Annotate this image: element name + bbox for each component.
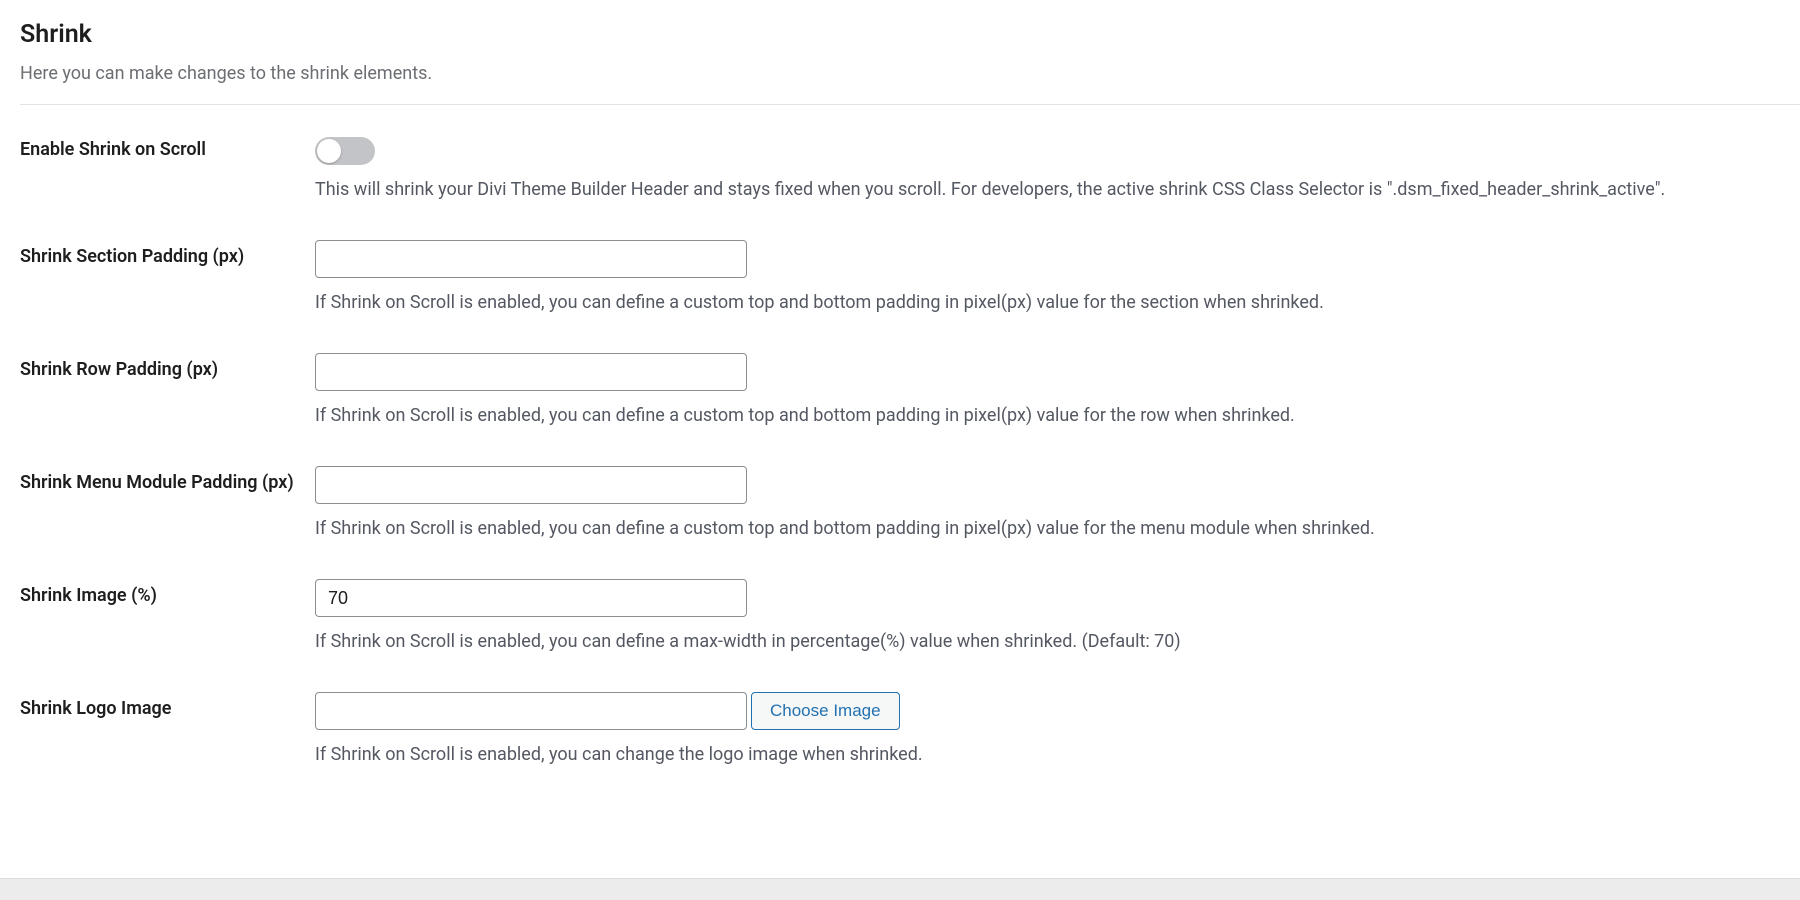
- input-row-padding[interactable]: [315, 353, 747, 391]
- section-subtitle: Here you can make changes to the shrink …: [20, 63, 1800, 84]
- toggle-slider-icon: [315, 137, 375, 165]
- input-shrink-image[interactable]: [315, 579, 747, 617]
- field-logo-image: Shrink Logo Image Choose Image If Shrink…: [20, 692, 1800, 765]
- input-row-logo: Choose Image: [315, 692, 1800, 730]
- field-section-padding: Shrink Section Padding (px) If Shrink on…: [20, 240, 1800, 313]
- desc-row-padding: If Shrink on Scroll is enabled, you can …: [315, 405, 1800, 426]
- label-section-padding: Shrink Section Padding (px): [20, 240, 315, 267]
- input-section-padding[interactable]: [315, 240, 747, 278]
- desc-logo-image: If Shrink on Scroll is enabled, you can …: [315, 744, 1800, 765]
- label-menu-padding: Shrink Menu Module Padding (px): [20, 466, 315, 493]
- control-section-padding: If Shrink on Scroll is enabled, you can …: [315, 240, 1800, 313]
- label-row-padding: Shrink Row Padding (px): [20, 353, 315, 380]
- field-menu-padding: Shrink Menu Module Padding (px) If Shrin…: [20, 466, 1800, 539]
- desc-section-padding: If Shrink on Scroll is enabled, you can …: [315, 292, 1800, 313]
- label-logo-image: Shrink Logo Image: [20, 692, 315, 719]
- field-enable-shrink: Enable Shrink on Scroll This will shrink…: [20, 133, 1800, 200]
- label-enable-shrink: Enable Shrink on Scroll: [20, 133, 315, 160]
- choose-image-button[interactable]: Choose Image: [751, 692, 900, 730]
- control-menu-padding: If Shrink on Scroll is enabled, you can …: [315, 466, 1800, 539]
- bottom-bar: [0, 878, 1800, 900]
- desc-shrink-image: If Shrink on Scroll is enabled, you can …: [315, 631, 1800, 652]
- section-title: Shrink: [20, 20, 1800, 49]
- desc-enable-shrink: This will shrink your Divi Theme Builder…: [315, 179, 1800, 200]
- desc-menu-padding: If Shrink on Scroll is enabled, you can …: [315, 518, 1800, 539]
- toggle-enable-shrink[interactable]: [315, 137, 375, 165]
- section-divider: [20, 104, 1800, 105]
- field-shrink-image: Shrink Image (%) If Shrink on Scroll is …: [20, 579, 1800, 652]
- label-shrink-image: Shrink Image (%): [20, 579, 315, 606]
- control-shrink-image: If Shrink on Scroll is enabled, you can …: [315, 579, 1800, 652]
- field-row-padding: Shrink Row Padding (px) If Shrink on Scr…: [20, 353, 1800, 426]
- input-menu-padding[interactable]: [315, 466, 747, 504]
- control-enable-shrink: This will shrink your Divi Theme Builder…: [315, 133, 1800, 200]
- control-row-padding: If Shrink on Scroll is enabled, you can …: [315, 353, 1800, 426]
- input-logo-image[interactable]: [315, 692, 747, 730]
- control-logo-image: Choose Image If Shrink on Scroll is enab…: [315, 692, 1800, 765]
